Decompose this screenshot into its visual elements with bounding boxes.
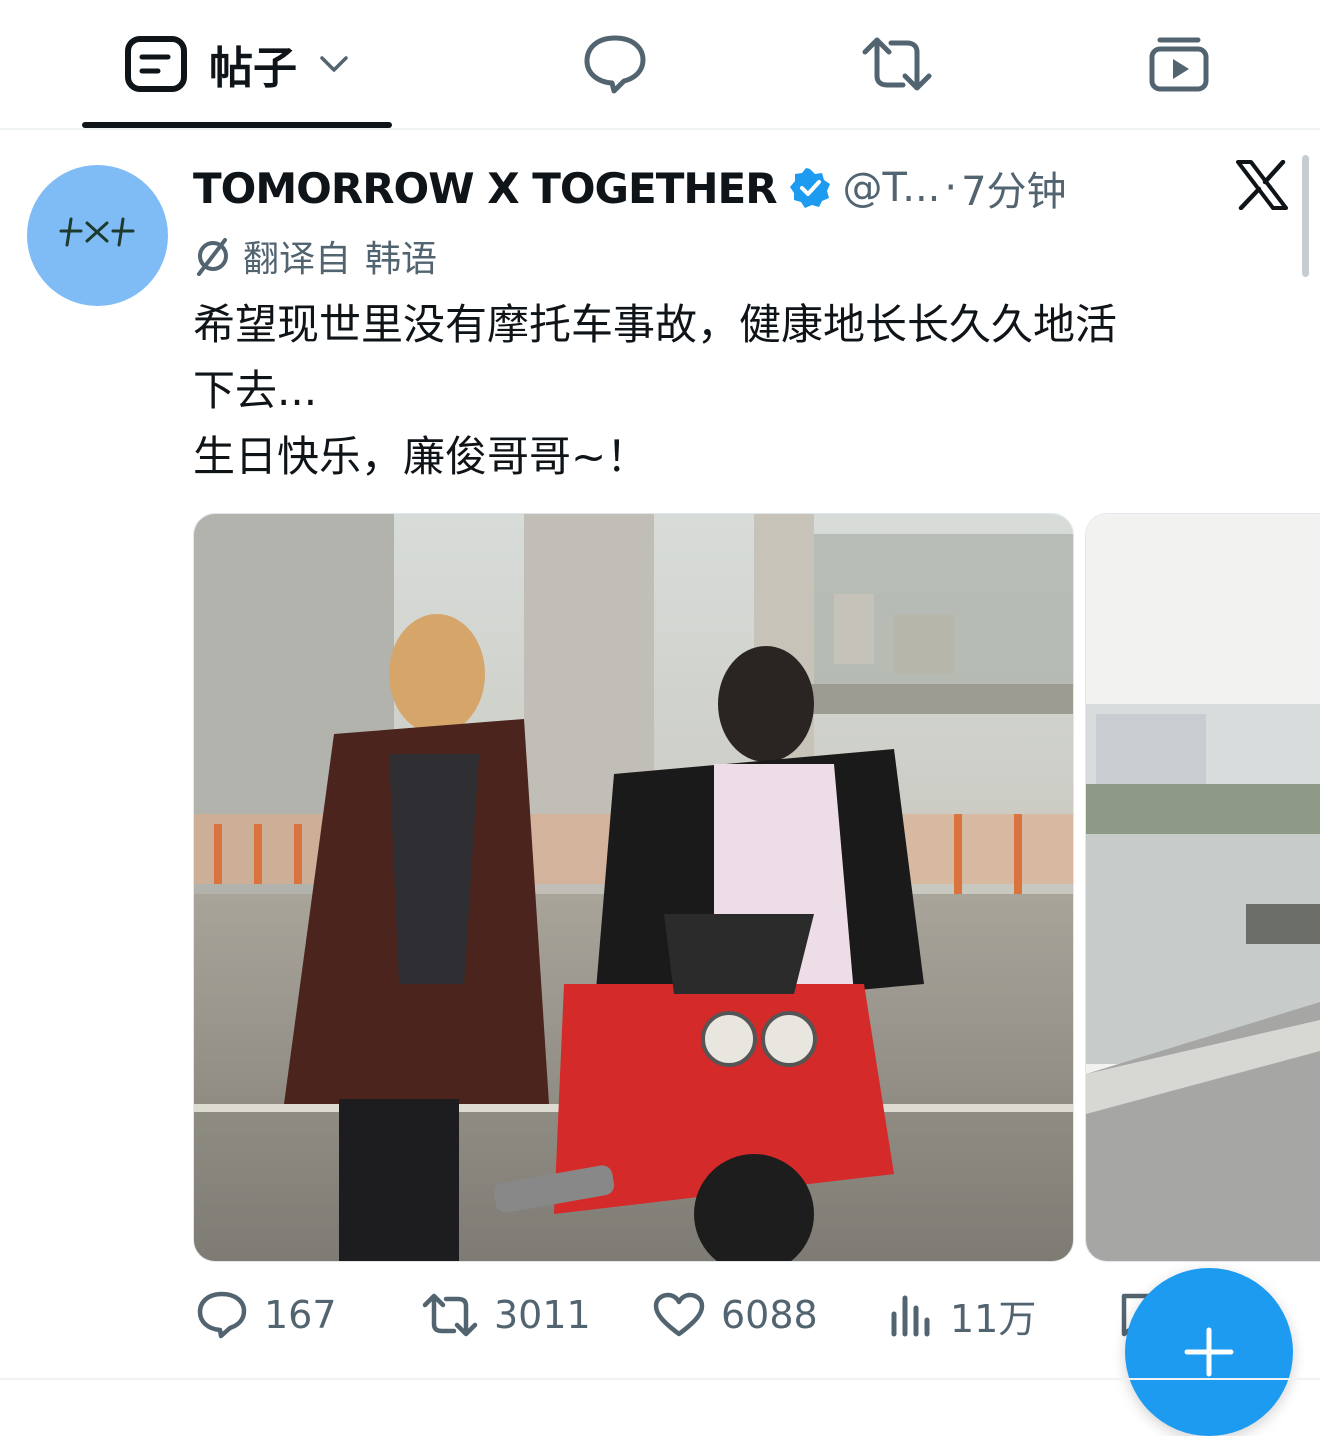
plus-icon: [1184, 1327, 1234, 1377]
photo-river-scene: [1086, 514, 1320, 1261]
tab-media[interactable]: [1124, 0, 1234, 128]
tab-posts-label: 帖子: [209, 43, 297, 94]
chevron-down-icon[interactable]: [319, 54, 349, 74]
avatar[interactable]: [27, 165, 168, 306]
display-name[interactable]: TOMORROW X TOGETHER: [193, 164, 778, 213]
reply-icon: [197, 1291, 247, 1339]
document-icon: [125, 36, 187, 92]
verified-badge-icon: [789, 168, 830, 208]
translate-icon: [197, 238, 228, 276]
post-action-bar: 167 3011 6088 11万: [0, 1280, 1320, 1350]
translation-language: 韩语: [365, 239, 438, 280]
views-button[interactable]: 11万: [888, 1280, 1036, 1350]
like-button[interactable]: 6088: [653, 1280, 818, 1350]
repost-count: 3011: [494, 1293, 591, 1337]
translation-label: 翻译自: [243, 239, 352, 280]
compose-fab-button[interactable]: [1125, 1268, 1293, 1436]
views-chart-icon: [891, 1295, 930, 1337]
video-stack-icon: [1149, 37, 1209, 92]
tab-active-indicator: [82, 122, 392, 128]
photo-motorcycle-bridge-scene: [194, 514, 1073, 1261]
post-header: TOMORROW X TOGETHER @T... · 7分钟: [193, 158, 1067, 218]
repost-icon: [422, 1293, 478, 1337]
like-count: 6088: [721, 1293, 818, 1337]
avatar-logo-text: [53, 211, 143, 260]
repost-icon: [862, 37, 932, 91]
tab-replies[interactable]: [560, 0, 670, 128]
heart-icon: [653, 1292, 705, 1337]
scrollbar[interactable]: [1302, 155, 1309, 277]
tab-posts[interactable]: 帖子: [82, 0, 392, 128]
post-timestamp[interactable]: 7分钟: [961, 159, 1066, 217]
translation-notice[interactable]: 翻译自 韩语: [193, 228, 437, 284]
reply-button[interactable]: 167: [196, 1280, 337, 1350]
post-photo[interactable]: [193, 513, 1074, 1262]
repost-button[interactable]: 3011: [422, 1280, 591, 1350]
post-text: 希望现世里没有摩托车事故，健康地长长久久地活 下去... 生日快乐，廉俊哥哥~！: [193, 300, 1118, 481]
tab-reposts[interactable]: [842, 0, 952, 128]
handle[interactable]: @T...: [843, 165, 941, 211]
post-photo-next[interactable]: [1085, 513, 1320, 1262]
separator-dot: ·: [944, 165, 958, 211]
post-divider: [0, 1378, 1320, 1380]
profile-tab-bar: 帖子: [0, 0, 1320, 130]
speech-bubble-icon: [584, 35, 646, 94]
view-count: 11万: [950, 1296, 1037, 1341]
x-logo-icon: [1236, 160, 1288, 210]
reply-count: 167: [264, 1293, 337, 1337]
